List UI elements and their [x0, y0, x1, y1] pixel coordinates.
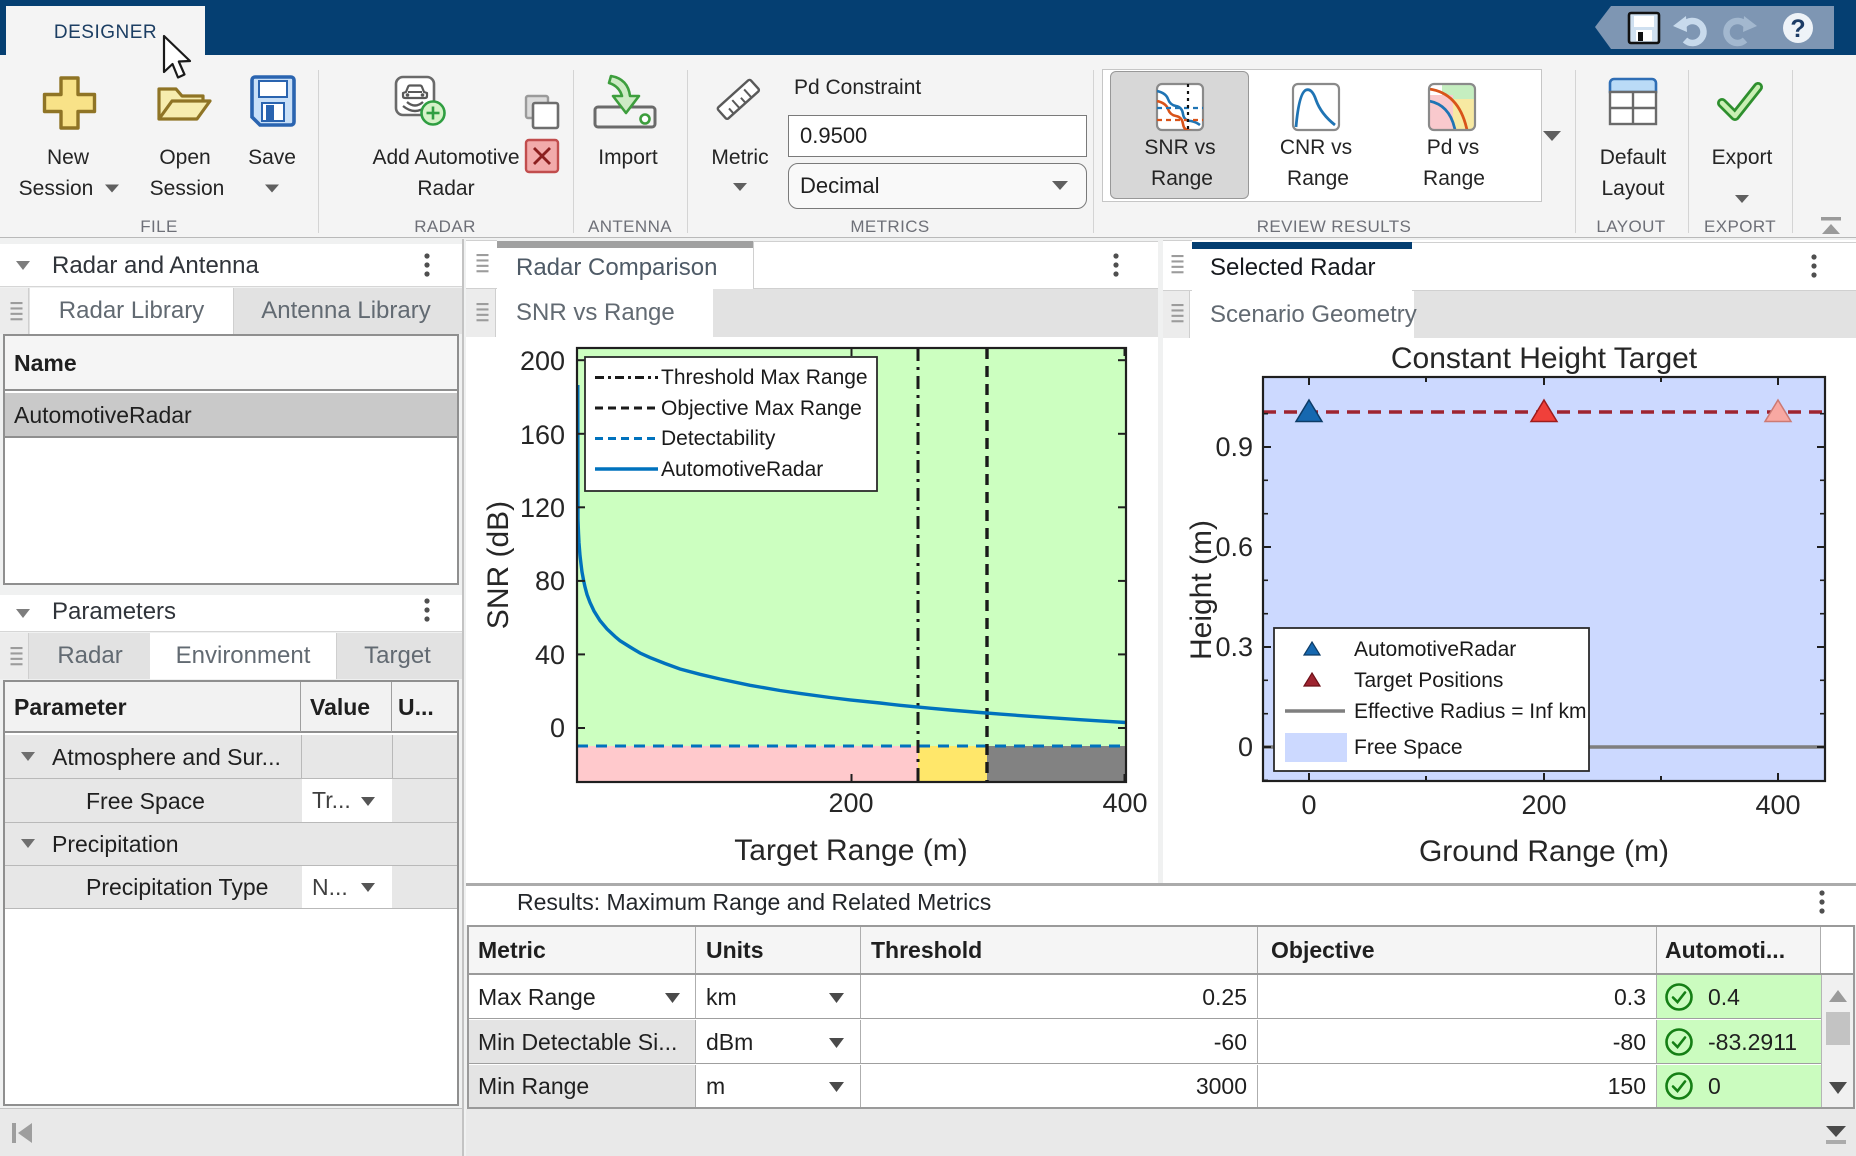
svg-text:Target Range (m): Target Range (m)	[734, 834, 967, 867]
svg-text:200: 200	[1521, 790, 1566, 820]
svg-text:0.6: 0.6	[1215, 532, 1253, 562]
svg-text:Target Positions: Target Positions	[1354, 669, 1503, 692]
svg-text:AutomotiveRadar: AutomotiveRadar	[661, 458, 823, 481]
svg-text:Constant Height Target: Constant Height Target	[1391, 342, 1698, 375]
svg-text:40: 40	[535, 640, 565, 670]
svg-text:Effective Radius = Inf km: Effective Radius = Inf km	[1354, 700, 1586, 723]
svg-text:120: 120	[520, 493, 565, 523]
svg-text:0.3: 0.3	[1215, 632, 1253, 662]
svg-text:Detectability: Detectability	[661, 427, 776, 450]
svg-text:Height (m): Height (m)	[1185, 520, 1218, 660]
svg-text:160: 160	[520, 420, 565, 450]
svg-text:?: ?	[1790, 15, 1805, 43]
svg-text:0.9: 0.9	[1215, 432, 1253, 462]
svg-text:200: 200	[520, 346, 565, 376]
svg-text:Free Space: Free Space	[1354, 736, 1463, 759]
svg-text:Threshold Max Range: Threshold Max Range	[661, 366, 868, 389]
svg-text:0: 0	[550, 713, 565, 743]
svg-text:80: 80	[535, 566, 565, 596]
svg-text:400: 400	[1102, 788, 1147, 818]
svg-text:200: 200	[828, 788, 873, 818]
svg-text:SNR (dB): SNR (dB)	[482, 501, 515, 629]
svg-text:0: 0	[1301, 790, 1316, 820]
svg-text:400: 400	[1755, 790, 1800, 820]
svg-text:Objective Max Range: Objective Max Range	[661, 397, 862, 420]
svg-text:Ground Range (m): Ground Range (m)	[1419, 835, 1669, 868]
svg-text:0: 0	[1238, 732, 1253, 762]
svg-text:AutomotiveRadar: AutomotiveRadar	[1354, 638, 1516, 661]
